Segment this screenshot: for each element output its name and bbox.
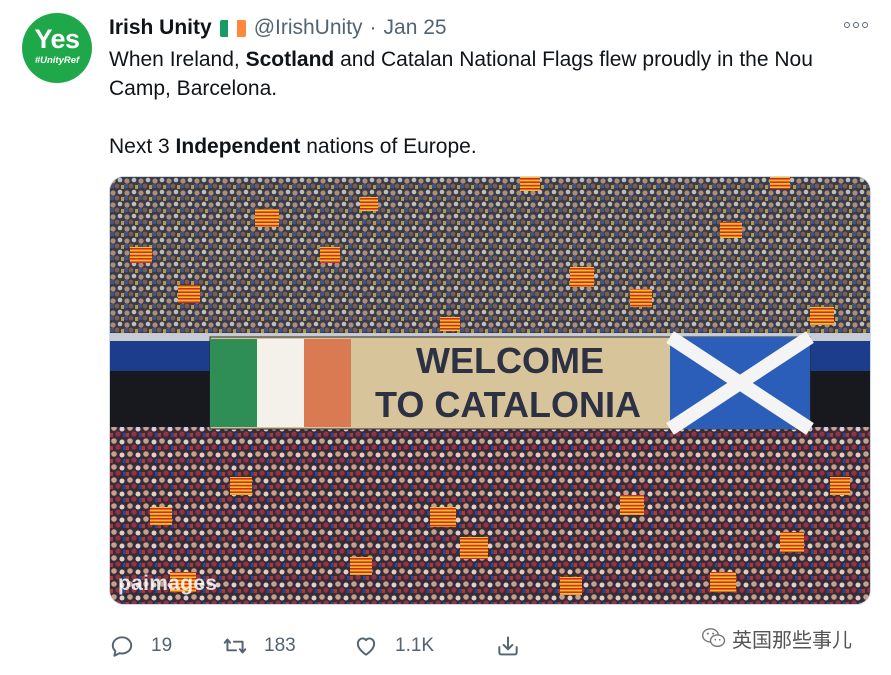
tweet-actions: 19 183 1.1K (109, 628, 529, 664)
banner-line-1: WELCOME (416, 340, 604, 381)
like-icon (356, 637, 376, 656)
share-icon (498, 636, 518, 656)
source-watermark-text: 英国那些事儿 (732, 627, 852, 652)
share-button[interactable] (495, 628, 521, 664)
photo-watermark: paimages (118, 572, 218, 595)
tweet-paragraph-2: Next 3 Independent nations of Europe. (109, 132, 879, 161)
tweet-paragraph-1: When Ireland, Scotland and Catalan Natio… (109, 45, 879, 103)
author-name[interactable]: Irish Unity (109, 16, 212, 40)
reply-button[interactable]: 19 (109, 628, 172, 664)
text-segment: Next 3 (109, 135, 176, 158)
retweet-icon (223, 638, 247, 654)
reply-icon (111, 636, 133, 657)
retweet-count: 183 (264, 635, 296, 656)
like-button[interactable]: 1.1K (353, 628, 434, 664)
author-handle[interactable]: @IrishUnity (254, 16, 363, 40)
tweet-date[interactable]: Jan 25 (384, 16, 447, 40)
stadium-photo: WELCOME TO CATALONIA (110, 177, 870, 604)
avatar-yes-text: Yes (34, 24, 80, 54)
text-segment: When Ireland, (109, 48, 246, 71)
text-bold-independent: Independent (175, 135, 301, 158)
banner-line-2: TO CATALONIA (375, 384, 641, 425)
like-count: 1.1K (395, 635, 435, 656)
reply-count: 19 (151, 635, 173, 656)
header-separator: · (369, 16, 377, 39)
avatar-tag-text: #UnityRef (34, 55, 80, 66)
wechat-icon (701, 628, 726, 648)
tweet-header: Irish Unity @IrishUnity · Jan 25 (109, 14, 447, 42)
more-icon[interactable] (844, 22, 868, 28)
flag-ireland-icon (219, 19, 246, 37)
source-watermark: 英国那些事儿 (700, 618, 852, 658)
tweet-media-photo[interactable]: WELCOME TO CATALONIA paimages (109, 176, 871, 605)
retweet-button[interactable]: 183 (222, 628, 296, 664)
text-segment: nations of Europe. (300, 135, 477, 158)
tweet-text: When Ireland, Scotland and Catalan Natio… (109, 45, 879, 161)
text-bold-scotland: Scotland (245, 48, 335, 71)
avatar[interactable]: Yes #UnityRef (22, 13, 92, 83)
